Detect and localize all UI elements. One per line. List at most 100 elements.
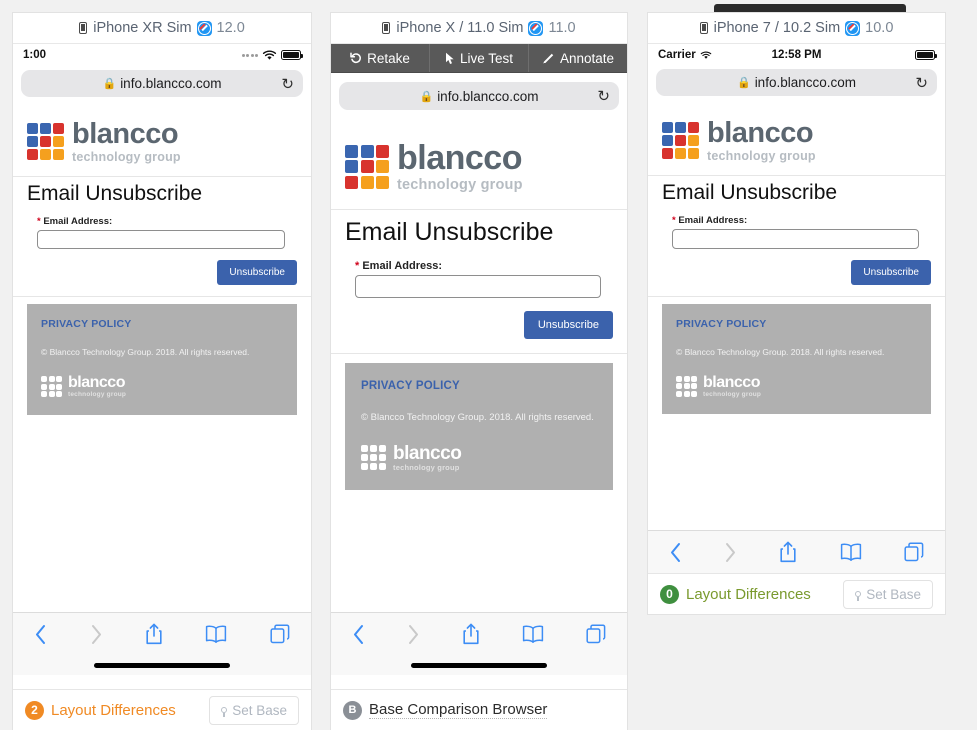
- home-indicator: [411, 662, 547, 668]
- live-test-label: Live Test: [459, 50, 514, 66]
- pin-icon: [855, 591, 862, 601]
- logo-word-bottom: technology group: [707, 149, 816, 163]
- browser-version: 11.0: [548, 20, 576, 36]
- email-input[interactable]: [355, 274, 601, 298]
- unsubscribe-button[interactable]: Unsubscribe: [851, 259, 931, 285]
- page-title: Email Unsubscribe: [662, 180, 838, 204]
- back-icon[interactable]: [34, 624, 47, 645]
- panel-footer: 2 Layout Differences Set Base: [13, 689, 311, 730]
- pin-icon: [221, 707, 228, 717]
- unsubscribe-button[interactable]: Unsubscribe: [523, 310, 613, 339]
- url-text: info.blancco.com: [120, 76, 222, 91]
- footer-blancco-logo: blancco technology group: [361, 444, 597, 472]
- live-test-button[interactable]: Live Test: [430, 44, 529, 72]
- privacy-footer: PRIVACY POLICY © Blancco Technology Grou…: [345, 362, 613, 490]
- url-bar-wrap: 🔒 info.blancco.com ↻: [331, 73, 627, 120]
- phone-icon: [382, 22, 391, 34]
- copyright-text: © Blancco Technology Group. 2018. All ri…: [361, 411, 594, 423]
- bookmarks-icon[interactable]: [840, 543, 862, 561]
- tabs-icon[interactable]: [904, 542, 924, 562]
- url-bar[interactable]: 🔒 info.blancco.com ↻: [21, 70, 303, 97]
- footer-logo-wordmark: blancco technology group: [393, 444, 462, 472]
- carrier-label: Carrier: [658, 49, 696, 61]
- bookmarks-icon[interactable]: [522, 625, 544, 643]
- annotate-button[interactable]: Annotate: [529, 44, 627, 72]
- url-text: info.blancco.com: [754, 75, 856, 90]
- safari-bottom-toolbar: [331, 612, 627, 655]
- device-panel-iphone-7: iPhone 7 / 10.2 Sim 10.0 Carrier 12:58 P…: [648, 13, 945, 614]
- privacy-policy-link[interactable]: PRIVACY POLICY: [361, 380, 597, 392]
- reload-icon[interactable]: ↻: [281, 75, 294, 93]
- logo-word-top: blancco: [397, 139, 522, 177]
- logo-grid-icon: [27, 123, 64, 161]
- home-indicator: [94, 662, 230, 668]
- tabs-icon[interactable]: [270, 624, 290, 644]
- set-base-button[interactable]: Set Base: [209, 695, 299, 725]
- status-carrier: Carrier: [658, 49, 712, 61]
- set-base-button[interactable]: Set Base: [843, 579, 933, 609]
- panel-footer: 0 Layout Differences Set Base: [648, 573, 945, 614]
- retake-button[interactable]: Retake: [331, 44, 430, 72]
- diff-count-badge: 0: [660, 584, 679, 604]
- privacy-footer: PRIVACY POLICY © Blancco Technology Grou…: [27, 304, 297, 415]
- site-header: blancco technology group: [648, 103, 945, 176]
- logo-word-top: blancco: [72, 118, 179, 150]
- blancco-logo: blancco technology group: [345, 141, 613, 193]
- safari-icon: [845, 20, 861, 36]
- footer-logo-grid-icon: [361, 444, 386, 470]
- reload-icon[interactable]: ↻: [597, 87, 610, 105]
- home-indicator-wrap: [331, 655, 627, 675]
- share-icon[interactable]: [462, 623, 480, 645]
- footer-logo-grid-icon: [41, 376, 62, 398]
- share-icon[interactable]: [145, 623, 163, 645]
- email-field-label: * Email Address:: [37, 216, 297, 227]
- url-bar[interactable]: 🔒 info.blancco.com ↻: [656, 69, 937, 96]
- tabs-icon[interactable]: [586, 624, 606, 644]
- privacy-policy-link[interactable]: PRIVACY POLICY: [676, 318, 917, 330]
- diff-label: Layout Differences: [51, 701, 176, 719]
- email-label-text: Email Address:: [43, 215, 113, 227]
- bookmarks-icon[interactable]: [205, 625, 227, 643]
- safari-bottom-toolbar: [648, 530, 945, 573]
- back-icon[interactable]: [352, 624, 365, 645]
- logo-word-top: blancco: [707, 117, 814, 149]
- email-input[interactable]: [37, 230, 285, 249]
- back-icon[interactable]: [669, 542, 682, 563]
- set-base-label: Set Base: [866, 586, 921, 602]
- email-input[interactable]: [672, 228, 919, 249]
- safari-icon: [528, 20, 544, 36]
- url-bar-wrap: 🔒 info.blancco.com ↻: [13, 66, 311, 104]
- forward-icon: [726, 542, 736, 562]
- device-title: iPhone 7 / 10.2 Sim 10.0: [648, 13, 945, 44]
- home-indicator-wrap: [13, 655, 311, 675]
- required-asterisk: *: [355, 259, 360, 272]
- share-icon[interactable]: [779, 541, 797, 563]
- privacy-policy-link[interactable]: PRIVACY POLICY: [41, 318, 283, 330]
- url-bar[interactable]: 🔒 info.blancco.com ↻: [339, 82, 619, 110]
- safari-icon: [196, 20, 212, 36]
- phone-icon: [79, 22, 88, 34]
- device-name: iPhone X / 11.0 Sim: [396, 20, 524, 36]
- pencil-icon: [543, 53, 554, 64]
- undo-icon: [350, 52, 362, 64]
- blancco-logo: blancco technology group: [27, 120, 297, 164]
- reload-icon[interactable]: ↻: [915, 74, 928, 92]
- unsubscribe-form: Email Unsubscribe * Email Address: Unsub…: [648, 176, 945, 297]
- unsubscribe-button[interactable]: Unsubscribe: [217, 260, 297, 285]
- footer-logo-grid-icon: [676, 375, 697, 397]
- retake-label: Retake: [367, 50, 410, 66]
- email-label-text: Email Address:: [362, 259, 443, 272]
- device-action-toolbar: Retake Live Test Annotate: [331, 44, 627, 73]
- web-content: blancco technology group Email Unsubscri…: [331, 120, 627, 490]
- cursor-icon: [445, 52, 454, 64]
- privacy-footer: PRIVACY POLICY © Blancco Technology Grou…: [662, 303, 931, 414]
- footer-blancco-logo: blancco technology group: [676, 374, 917, 399]
- phone-icon: [699, 22, 708, 34]
- logo-word-bottom: technology group: [72, 150, 181, 164]
- forward-icon: [409, 624, 418, 644]
- footer-logo-wordmark: blancco technology group: [703, 374, 761, 399]
- site-header: blancco technology group: [331, 120, 627, 210]
- set-base-label: Set Base: [232, 702, 287, 718]
- page-title: Email Unsubscribe: [27, 181, 203, 205]
- comparison-stage: iPhone XR Sim 12.0 1:00 🔒 info.blancco.c…: [0, 0, 977, 730]
